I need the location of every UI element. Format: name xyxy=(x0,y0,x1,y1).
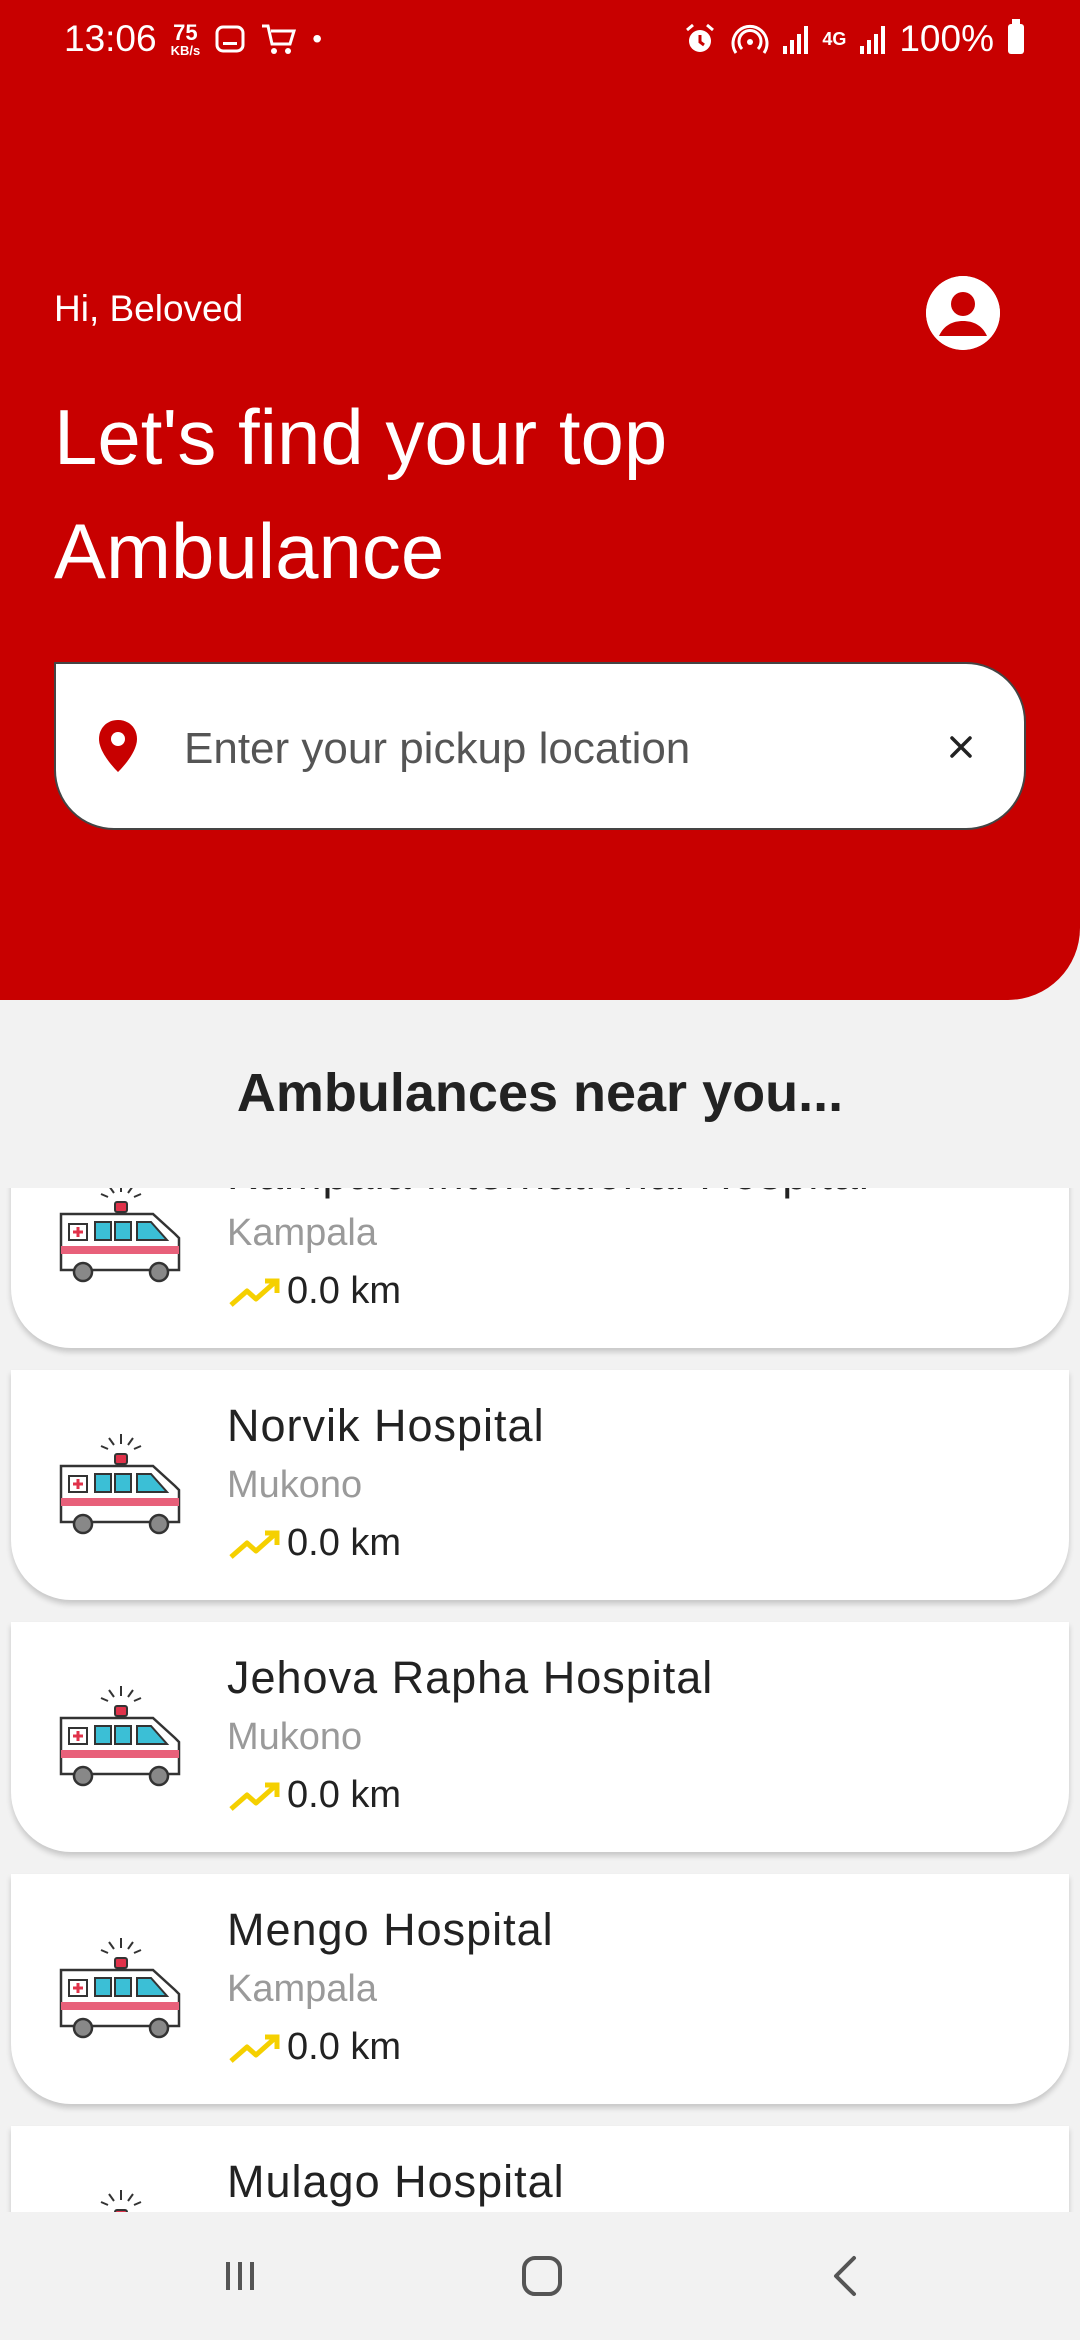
trending-up-icon xyxy=(229,1530,280,1559)
distance: 0.0 km xyxy=(227,1774,401,1817)
recents-icon xyxy=(226,2262,254,2290)
ambulance-icon xyxy=(100,2190,142,2212)
trending-up-icon xyxy=(229,2034,280,2063)
pickup-location-search xyxy=(54,662,1026,830)
ambulance-card[interactable]: Norvik Hospital Mukono 0.0 km xyxy=(11,1370,1069,1600)
distance-value: 0.0 km xyxy=(287,1774,402,1816)
app-screen: 13:06 75 KB/s • 4G 100% Hi, Beloved Let'… xyxy=(0,0,1080,2340)
distance: 0.0 km xyxy=(227,1270,401,1313)
location-pin-icon xyxy=(99,720,137,772)
ambulance-icon xyxy=(59,1938,181,2039)
distance-value: 0.0 km xyxy=(287,2026,402,2068)
ambulance-icon xyxy=(59,1686,181,1787)
status-bar: 13:06 75 KB/s • 4G 100% xyxy=(0,0,1080,80)
distance-value: 0.0 km xyxy=(287,1270,402,1312)
close-icon xyxy=(950,736,972,758)
clear-button[interactable] xyxy=(936,722,986,772)
back-icon xyxy=(834,2256,856,2296)
signal-icon xyxy=(783,24,809,54)
hospital-city: Mukono xyxy=(227,1716,363,1758)
home-icon xyxy=(522,2256,562,2296)
header: 13:06 75 KB/s • 4G 100% Hi, Beloved Let'… xyxy=(0,0,1080,1000)
screen-icon xyxy=(215,25,245,53)
hospital-name: Kampala International Hospital xyxy=(227,1188,870,1200)
status-time: 13:06 xyxy=(64,18,157,59)
alarm-icon xyxy=(686,23,715,52)
battery-icon xyxy=(1008,19,1024,54)
hospital-name: Jehova Rapha Hospital xyxy=(227,1652,714,1703)
back-button[interactable] xyxy=(816,2246,876,2306)
signal-icon-2 xyxy=(860,24,886,54)
distance: 0.0 km xyxy=(227,1522,401,1565)
trending-up-icon xyxy=(229,1782,280,1811)
trending-up-icon xyxy=(229,1278,280,1307)
ambulance-list[interactable]: Kampala International Hospital Kampala 0… xyxy=(0,1188,1080,2212)
net-speed-indicator: 75 KB/s xyxy=(170,19,201,58)
hospital-city: Kampala xyxy=(227,1968,377,2010)
hospital-city: Kampala xyxy=(227,1212,377,1254)
greeting: Hi, Beloved xyxy=(54,288,244,329)
hospital-name: Mengo Hospital xyxy=(227,1904,554,1955)
ambulance-icon xyxy=(59,1434,181,1535)
battery-percentage: 100% xyxy=(899,18,994,59)
profile-icon xyxy=(926,276,1000,350)
system-navigation-bar xyxy=(0,2212,1080,2340)
ambulance-card[interactable]: Mengo Hospital Kampala 0.0 km xyxy=(11,1874,1069,2104)
home-button[interactable] xyxy=(512,2246,572,2306)
distance-value: 0.0 km xyxy=(287,1522,402,1564)
distance: 0.0 km xyxy=(227,2026,401,2069)
ambulance-card[interactable]: Jehova Rapha Hospital Mukono 0.0 km xyxy=(11,1622,1069,1852)
ambulance-card[interactable]: Kampala International Hospital Kampala 0… xyxy=(11,1188,1069,1348)
page-title: Let's find your top Ambulance xyxy=(54,393,668,595)
cart-icon xyxy=(262,24,297,54)
hospital-name: Norvik Hospital xyxy=(227,1400,545,1451)
hotspot-icon xyxy=(731,24,769,54)
ambulance-icon xyxy=(59,1188,181,1283)
hospital-city: Mukono xyxy=(227,1464,363,1506)
ambulance-card[interactable]: Mulago Hospital xyxy=(11,2126,1069,2212)
profile-button[interactable] xyxy=(926,276,1000,350)
recents-button[interactable] xyxy=(210,2246,270,2306)
notification-dot: • xyxy=(312,23,323,54)
network-type: 4G xyxy=(822,28,847,49)
pickup-location-input[interactable] xyxy=(182,704,926,794)
hospital-name: Mulago Hospital xyxy=(227,2156,565,2207)
section-title: Ambulances near you... xyxy=(236,1063,844,1123)
